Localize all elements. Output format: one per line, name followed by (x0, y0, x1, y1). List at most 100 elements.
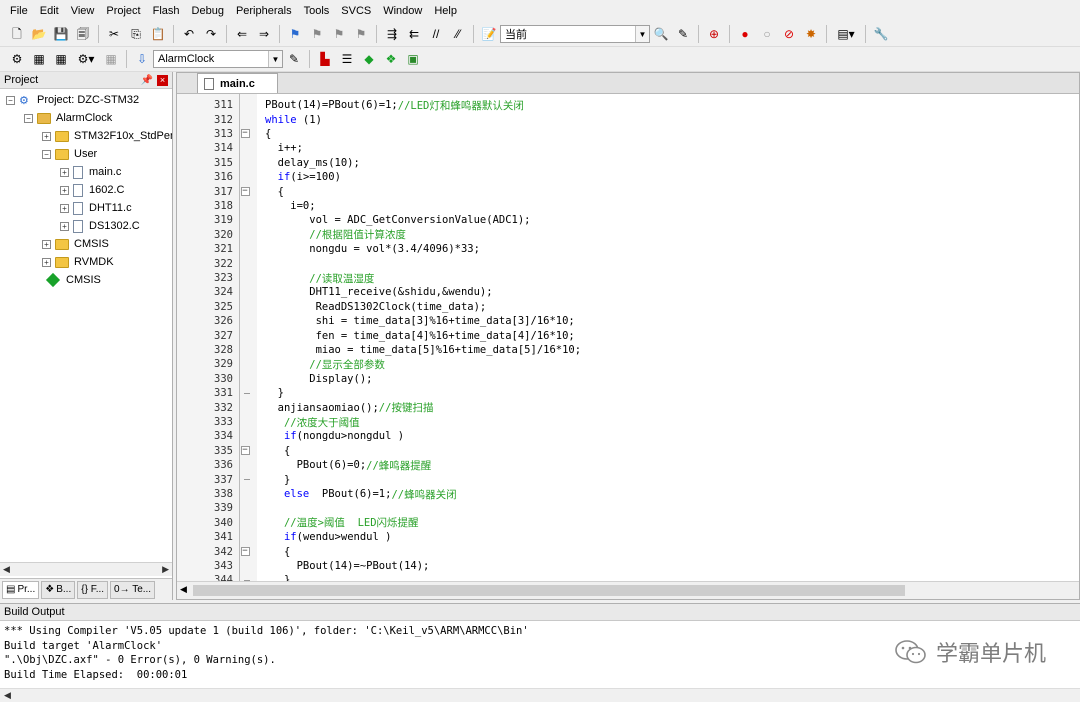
tree-item[interactable]: + RVMDK (42, 253, 114, 271)
target-options-icon[interactable]: ✎ (286, 51, 302, 67)
expand-icon[interactable]: + (42, 239, 51, 249)
navigate-forward-icon[interactable]: ⇒ (256, 26, 272, 42)
menu-peripherals[interactable]: Peripherals (230, 5, 298, 17)
stop-build-icon[interactable]: ▦ (103, 51, 119, 67)
pin-icon[interactable]: 📌 (141, 75, 153, 86)
target-select[interactable]: AlarmClock ▼ (153, 50, 283, 68)
window-layout-icon[interactable]: ▤▾ (834, 26, 858, 42)
tree-item[interactable]: + main.c (60, 163, 121, 181)
cut-icon[interactable]: ✂ (106, 26, 122, 42)
indent-icon[interactable]: ⇶ (384, 26, 400, 42)
expand-icon[interactable]: + (42, 257, 51, 267)
download-icon[interactable]: ⇩ (134, 51, 150, 67)
navigate-back-icon[interactable]: ⇐ (234, 26, 250, 42)
component-icon[interactable]: ▣ (405, 51, 421, 67)
translate-icon[interactable]: ⚙ (9, 51, 25, 67)
scroll-left-icon[interactable]: ◀ (4, 690, 11, 701)
close-icon[interactable]: × (157, 74, 168, 86)
menu-tools[interactable]: Tools (298, 5, 336, 17)
code-line[interactable]: ReadDS1302Clock(time_data); (265, 300, 487, 314)
uncomment-icon[interactable]: ⁄⁄ (450, 26, 466, 42)
tree-item[interactable]: + STM32F10x_StdPeriph (42, 127, 172, 145)
save-icon[interactable]: 💾 (53, 26, 69, 42)
menu-edit[interactable]: Edit (34, 5, 65, 17)
new-file-icon[interactable]: 🗋 (9, 26, 25, 42)
code-line[interactable]: anjiansaomiao();//按键扫描 (265, 400, 434, 415)
code-line[interactable]: { (265, 444, 290, 458)
fold-box[interactable]: − (240, 547, 250, 557)
code-line[interactable]: { (265, 544, 290, 558)
build-icon[interactable]: ▦ (31, 51, 47, 67)
menu-project[interactable]: Project (100, 5, 146, 17)
code-line[interactable]: miao = time_data[5]%16+time_data[5]/16*1… (265, 343, 582, 357)
find-icon[interactable]: 🔍 (653, 26, 669, 42)
code-line[interactable]: //读取温湿度 (265, 271, 374, 285)
code-line[interactable]: Display(); (265, 372, 372, 386)
code-line[interactable]: PBout(14)=PBout(6)=1;//LED灯和蜂鸣器默认关闭 (265, 98, 524, 112)
menu-window[interactable]: Window (377, 5, 428, 17)
breakpoint-disable-all-icon[interactable]: ⊘ (781, 26, 797, 42)
chevron-down-icon[interactable]: ▼ (635, 26, 649, 42)
tab-functions[interactable]: {} F... (77, 580, 109, 599)
tree-item[interactable]: + CMSIS (42, 235, 109, 253)
fold-box[interactable]: − (240, 446, 250, 456)
code-line[interactable]: else PBout(6)=1;//蜂鸣器关闭 (265, 487, 457, 501)
open-file-icon[interactable]: 📂 (31, 26, 47, 42)
code-line[interactable]: fen = time_data[4]%16+time_data[4]/16*10… (265, 328, 575, 342)
code-line[interactable]: } (265, 386, 284, 400)
menu-view[interactable]: View (65, 5, 101, 17)
file-extensions-icon[interactable]: ▙ (317, 51, 333, 67)
collapse-icon[interactable]: − (24, 113, 33, 123)
breakpoint-enable-icon[interactable]: ○ (759, 26, 775, 42)
code-line[interactable]: if (i>=100) (265, 170, 341, 184)
copy-icon[interactable]: ⎘ (128, 26, 144, 42)
tab-templates[interactable]: 0→ Te... (110, 580, 156, 599)
expand-icon[interactable]: + (42, 131, 51, 141)
code-line[interactable]: nongdu = vol*(3.4/4096)*33; (265, 242, 480, 256)
tree-item[interactable]: +1602.C (60, 181, 124, 199)
bookmark-clear-icon[interactable]: ⚑ (353, 26, 369, 42)
rebuild-icon[interactable]: ▦ (53, 51, 69, 67)
menu-debug[interactable]: Debug (186, 5, 230, 17)
incremental-find-icon[interactable]: ✎ (675, 26, 691, 42)
fold-collapse-icon[interactable]: − (239, 446, 251, 456)
bookmark-prev-icon[interactable]: ⚑ (309, 26, 325, 42)
scroll-right-icon[interactable]: ▶ (162, 564, 169, 575)
fold-collapse-icon[interactable]: − (239, 547, 251, 557)
tree-item[interactable]: + DHT11.c (60, 199, 132, 217)
menu-file[interactable]: File (4, 5, 34, 17)
undo-icon[interactable]: ↶ (181, 26, 197, 42)
fold-collapse-icon[interactable]: − (239, 187, 251, 197)
menu-help[interactable]: Help (428, 5, 463, 17)
comment-icon[interactable]: // (428, 26, 444, 42)
tree-item[interactable]: CMSIS (42, 271, 101, 289)
configure-icon[interactable]: 🔧 (873, 26, 889, 42)
bookmark-insert-icon[interactable]: ⚑ (287, 26, 303, 42)
code-line[interactable]: i=0; (265, 199, 315, 213)
code-line[interactable]: while (1) (265, 112, 322, 126)
code-line[interactable]: //浓度大于阈值 (265, 415, 360, 429)
code-line[interactable]: if (nongdu>nongdul ) (265, 429, 404, 443)
code-line[interactable]: delay_ms(10); (265, 156, 360, 170)
code-line[interactable]: i++; (265, 141, 303, 155)
fold-box[interactable]: − (240, 187, 250, 197)
expand-icon[interactable]: + (60, 185, 69, 195)
unindent-icon[interactable]: ⇇ (406, 26, 422, 42)
tab-project[interactable]: ▤ Pr... (2, 580, 40, 599)
collapse-icon[interactable]: − (42, 149, 51, 159)
code-line[interactable]: DHT11_receive(&shidu,&wendu); (265, 285, 492, 299)
tab-main-c[interactable]: main.c (197, 73, 278, 93)
code-line[interactable]: //根据阻值计算浓度 (265, 228, 406, 242)
scroll-thumb[interactable] (193, 585, 905, 596)
select-packs-icon[interactable]: ◆ (361, 51, 377, 67)
menu-svcs[interactable]: SVCS (335, 5, 377, 17)
breakpoint-insert-icon[interactable]: ● (737, 26, 753, 42)
code-line[interactable]: //显示全部参数 (265, 357, 385, 371)
batch-build-icon[interactable]: ⚙▾ (75, 51, 97, 67)
collapse-icon[interactable]: − (6, 95, 15, 105)
tree-item[interactable]: − ⚙ Project: DZC-STM32 (6, 91, 139, 109)
save-all-icon[interactable]: 🗐 (75, 26, 91, 42)
expand-icon[interactable]: + (60, 203, 69, 213)
code-line[interactable]: } (265, 573, 290, 581)
find-combo[interactable]: 当前 ▼ (500, 25, 650, 43)
